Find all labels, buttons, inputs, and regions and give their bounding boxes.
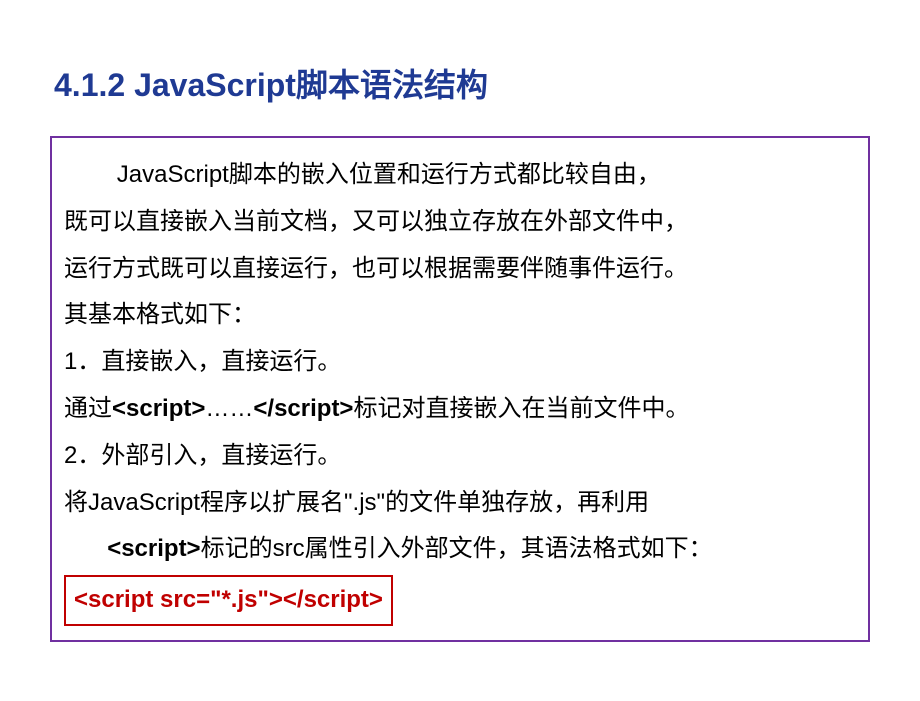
item1-description: 通过<script>……</script>标记对直接嵌入在当前文件中。 xyxy=(64,386,856,433)
item2-description-line2: <script>标记的src属性引入外部文件，其语法格式如下： xyxy=(64,526,856,573)
list-item-1: 1．直接嵌入，直接运行。 xyxy=(64,339,856,386)
text: 通过 xyxy=(64,395,112,422)
item2-description-line1: 将JavaScript程序以扩展名".js"的文件单独存放，再利用 xyxy=(64,480,856,527)
script-open-tag: <script> xyxy=(112,395,205,422)
code-example-box: <script src="*.js"></script> xyxy=(64,575,393,626)
list-item-2: 2．外部引入，直接运行。 xyxy=(64,433,856,480)
paragraph-line: 运行方式既可以直接运行，也可以根据需要伴随事件运行。 xyxy=(64,246,856,293)
text: …… xyxy=(205,395,253,422)
paragraph-line: 既可以直接嵌入当前文档，又可以独立存放在外部文件中， xyxy=(64,199,856,246)
paragraph-line: 其基本格式如下： xyxy=(64,292,856,339)
script-tag: <script> xyxy=(107,535,200,562)
script-close-tag: </script> xyxy=(253,395,353,422)
text: 标记的src属性引入外部文件，其语法格式如下： xyxy=(201,535,713,562)
section-title: 4.1.2 JavaScript脚本语法结构 xyxy=(50,60,870,106)
content-box: JavaScript脚本的嵌入位置和运行方式都比较自由， 既可以直接嵌入当前文档… xyxy=(50,136,870,642)
text: JavaScript脚本的嵌入位置和运行方式都比较自由， xyxy=(117,161,661,188)
text: 标记对直接嵌入在当前文件中。 xyxy=(353,395,689,422)
paragraph-line: JavaScript脚本的嵌入位置和运行方式都比较自由， xyxy=(64,152,856,199)
